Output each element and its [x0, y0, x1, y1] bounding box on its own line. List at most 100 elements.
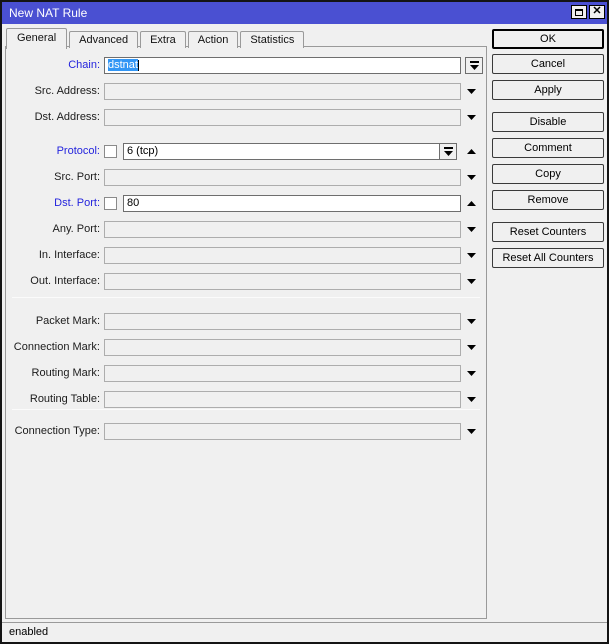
- comment-button[interactable]: Comment: [492, 138, 604, 158]
- dst-port-negate-checkbox[interactable]: [104, 197, 117, 210]
- src-port-label: Src. Port:: [6, 169, 100, 186]
- field-row-out-interface: Out. Interface:: [6, 273, 486, 290]
- field-row-src-port: Src. Port:: [6, 169, 486, 186]
- field-row-src-address: Src. Address:: [6, 83, 486, 100]
- src-port-expand-button[interactable]: [465, 169, 477, 186]
- text-caret: [138, 60, 139, 71]
- tab-statistics[interactable]: Statistics: [240, 31, 304, 48]
- triangle-down-icon: [467, 345, 476, 350]
- routing-table-input[interactable]: [104, 391, 461, 408]
- field-row-dst-address: Dst. Address:: [6, 109, 486, 126]
- chain-dropdown-button[interactable]: [465, 57, 483, 74]
- routing-mark-label: Routing Mark:: [6, 365, 100, 382]
- triangle-down-icon: [467, 279, 476, 284]
- field-row-any-port: Any. Port:: [6, 221, 486, 238]
- packet-mark-expand-button[interactable]: [465, 313, 477, 330]
- triangle-down-icon: [467, 253, 476, 258]
- protocol-label: Protocol:: [6, 143, 100, 160]
- connection-type-label: Connection Type:: [6, 423, 100, 440]
- any-port-expand-button[interactable]: [465, 221, 477, 238]
- triangle-down-icon: [467, 227, 476, 232]
- src-address-input[interactable]: [104, 83, 461, 100]
- general-tab-panel: Chain: dstnat Src. Address: Dst. Address…: [5, 46, 487, 619]
- status-bar: enabled: [2, 622, 607, 642]
- triangle-down-icon: [467, 89, 476, 94]
- packet-mark-label: Packet Mark:: [6, 313, 100, 330]
- any-port-label: Any. Port:: [6, 221, 100, 238]
- reset-counters-button[interactable]: Reset Counters: [492, 222, 604, 242]
- connection-mark-expand-button[interactable]: [465, 339, 477, 356]
- routing-table-label: Routing Table:: [6, 391, 100, 408]
- chain-label: Chain:: [6, 57, 100, 74]
- triangle-up-icon: [467, 149, 476, 154]
- protocol-collapse-button[interactable]: [465, 143, 477, 160]
- routing-mark-input[interactable]: [104, 365, 461, 382]
- triangle-down-icon: [467, 371, 476, 376]
- in-interface-expand-button[interactable]: [465, 247, 477, 264]
- protocol-negate-checkbox[interactable]: [104, 145, 117, 158]
- triangle-down-icon: [467, 319, 476, 324]
- dst-port-collapse-button[interactable]: [465, 195, 477, 212]
- field-row-protocol: Protocol: 6 (tcp): [6, 143, 486, 160]
- triangle-up-icon: [467, 201, 476, 206]
- field-row-connection-type: Connection Type:: [6, 423, 486, 440]
- protocol-dropdown-button[interactable]: [439, 143, 457, 160]
- out-interface-input[interactable]: [104, 273, 461, 290]
- field-row-packet-mark: Packet Mark:: [6, 313, 486, 330]
- separator: [12, 297, 480, 298]
- apply-button[interactable]: Apply: [492, 80, 604, 100]
- chain-input[interactable]: dstnat: [104, 57, 461, 74]
- triangle-down-icon: [467, 429, 476, 434]
- src-address-label: Src. Address:: [6, 83, 100, 100]
- disable-button[interactable]: Disable: [492, 112, 604, 132]
- dst-port-input[interactable]: 80: [123, 195, 461, 212]
- window-controls: ✕: [571, 5, 605, 19]
- packet-mark-input[interactable]: [104, 313, 461, 330]
- any-port-input[interactable]: [104, 221, 461, 238]
- remove-button[interactable]: Remove: [492, 190, 604, 210]
- separator: [12, 409, 480, 410]
- src-port-input[interactable]: [104, 169, 461, 186]
- src-address-expand-button[interactable]: [465, 83, 477, 100]
- copy-button[interactable]: Copy: [492, 164, 604, 184]
- reset-all-counters-button[interactable]: Reset All Counters: [492, 248, 604, 268]
- routing-table-expand-button[interactable]: [465, 391, 477, 408]
- triangle-down-icon: [467, 115, 476, 120]
- routing-mark-expand-button[interactable]: [465, 365, 477, 382]
- status-text: enabled: [9, 626, 48, 638]
- connection-mark-input[interactable]: [104, 339, 461, 356]
- field-row-chain: Chain: dstnat: [6, 57, 486, 74]
- tab-extra[interactable]: Extra: [140, 31, 186, 48]
- close-glyph: ✕: [592, 6, 601, 17]
- tab-general[interactable]: General: [6, 28, 67, 49]
- restore-glyph: [575, 9, 583, 16]
- tab-bar: GeneralAdvancedExtraActionStatistics: [6, 28, 306, 49]
- chain-value-selected: dstnat: [108, 59, 138, 71]
- field-row-connection-mark: Connection Mark:: [6, 339, 486, 356]
- connection-type-input[interactable]: [104, 423, 461, 440]
- in-interface-label: In. Interface:: [6, 247, 100, 264]
- tab-advanced[interactable]: Advanced: [69, 31, 138, 48]
- close-icon[interactable]: ✕: [589, 5, 605, 19]
- protocol-input[interactable]: 6 (tcp): [123, 143, 440, 160]
- triangle-down-icon: [467, 175, 476, 180]
- in-interface-input[interactable]: [104, 247, 461, 264]
- new-nat-rule-window: New NAT Rule ✕ GeneralAdvancedExtraActio…: [0, 0, 609, 644]
- dropdown-bar-arrow-icon: [470, 61, 479, 70]
- tab-action[interactable]: Action: [188, 31, 239, 48]
- field-row-in-interface: In. Interface:: [6, 247, 486, 264]
- dst-address-expand-button[interactable]: [465, 109, 477, 126]
- field-row-routing-table: Routing Table:: [6, 391, 486, 408]
- connection-type-expand-button[interactable]: [465, 423, 477, 440]
- out-interface-expand-button[interactable]: [465, 273, 477, 290]
- ok-button[interactable]: OK: [492, 29, 604, 49]
- restore-icon[interactable]: [571, 5, 587, 19]
- cancel-button[interactable]: Cancel: [492, 54, 604, 74]
- dst-address-input[interactable]: [104, 109, 461, 126]
- connection-mark-label: Connection Mark:: [6, 339, 100, 356]
- dropdown-bar-arrow-icon: [444, 147, 453, 156]
- out-interface-label: Out. Interface:: [6, 273, 100, 290]
- field-row-dst-port: Dst. Port: 80: [6, 195, 486, 212]
- triangle-down-icon: [467, 397, 476, 402]
- titlebar[interactable]: New NAT Rule ✕: [2, 2, 607, 24]
